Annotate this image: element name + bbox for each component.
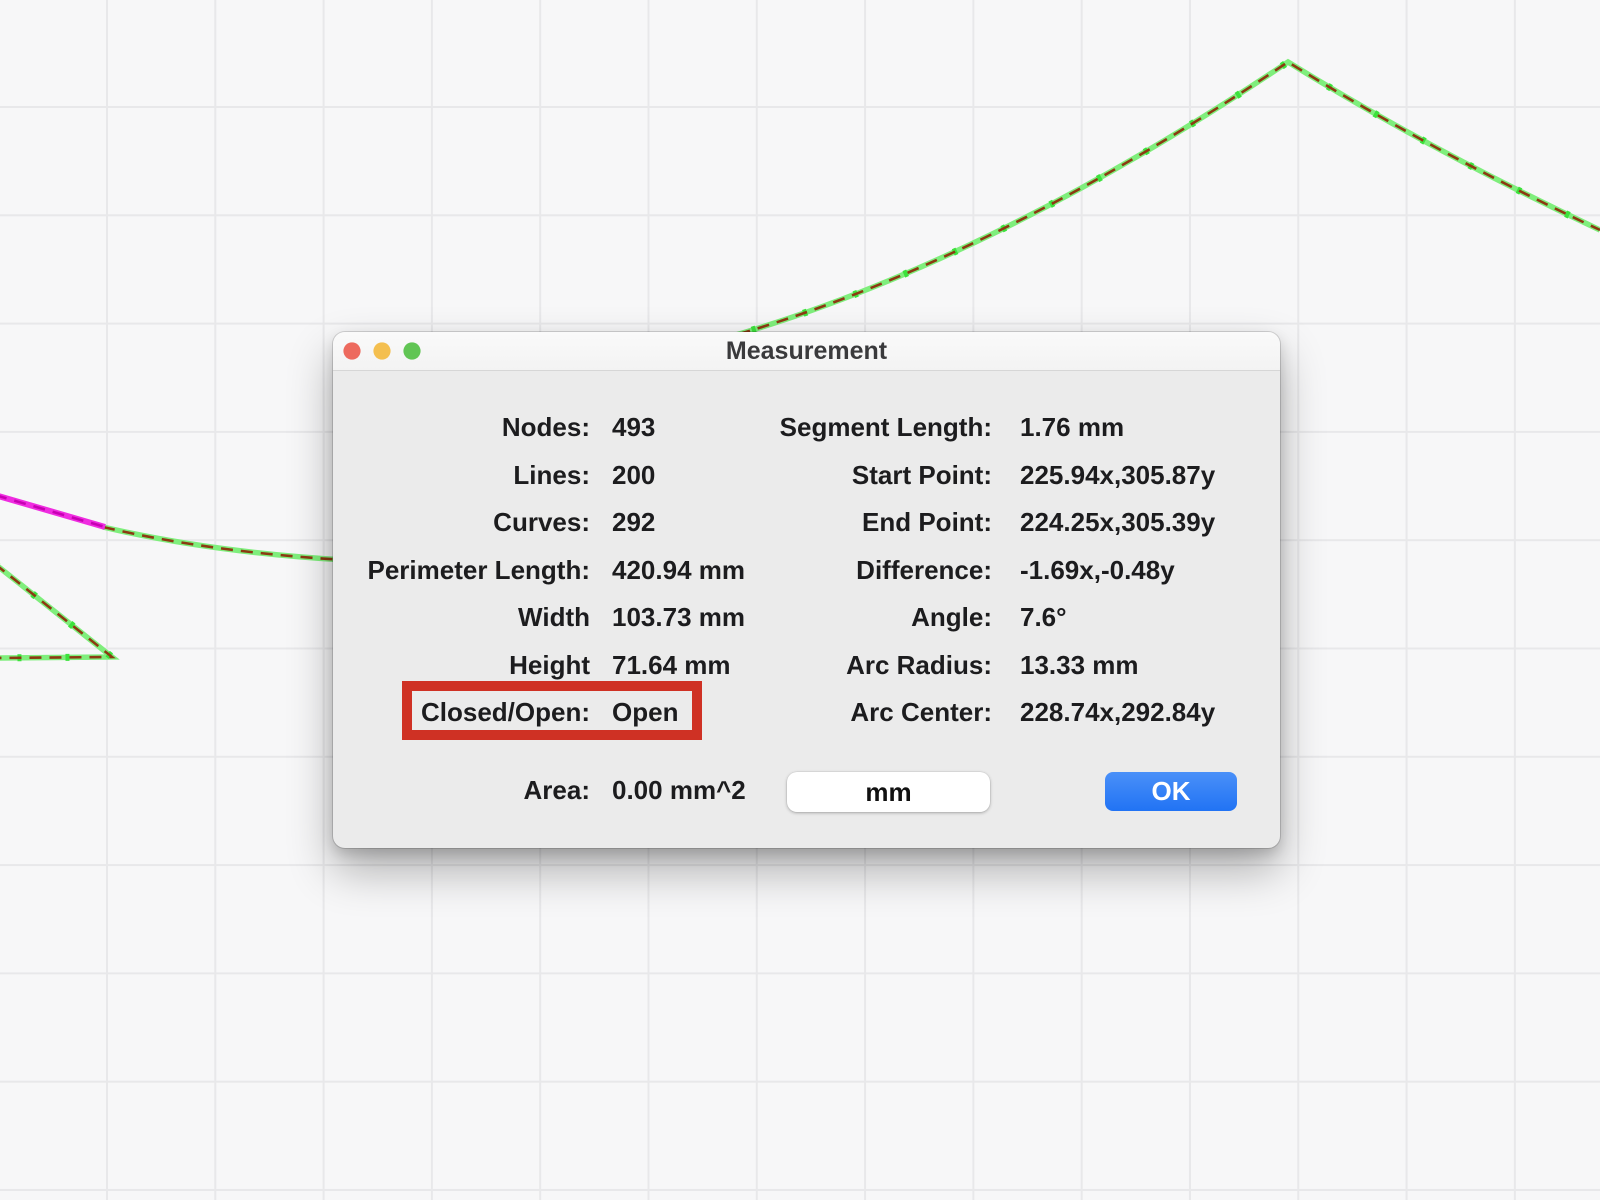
stat-label: End Point:: [333, 507, 992, 538]
path-left-segment: [103, 527, 345, 560]
stat-label: Arc Radius:: [333, 650, 992, 681]
stat-label: Difference:: [333, 555, 992, 586]
stat-value: 228.74x,292.84y: [1020, 697, 1215, 728]
stat-row-difference: Difference: -1.69x,-0.48y: [333, 546, 1280, 594]
stat-label: Start Point:: [333, 460, 992, 491]
path-outline: [103, 527, 345, 560]
path-wedge: [0, 564, 112, 658]
stat-row-segment-length: Segment Length: 1.76 mm: [333, 403, 1280, 451]
dialog-content: Nodes: 493 Lines: 200 Curves: 292 Perime…: [333, 370, 1280, 848]
stat-label: Area:: [333, 775, 590, 806]
measurement-dialog: Measurement Nodes: 493 Lines: 200 Curves…: [333, 332, 1280, 848]
path-selected-segment: [0, 495, 105, 527]
path-dashes: [700, 62, 1600, 345]
drawing-canvas: Measurement Nodes: 493 Lines: 200 Curves…: [0, 0, 1600, 1200]
stat-row-arc-center: Arc Center: 228.74x,292.84y: [333, 688, 1280, 736]
stat-row-start-point: Start Point: 225.94x,305.87y: [333, 451, 1280, 499]
stat-label: Arc Center:: [333, 697, 992, 728]
dialog-title: Measurement: [333, 332, 1280, 370]
stat-row-angle: Angle: 7.6°: [333, 593, 1280, 641]
stat-value: 7.6°: [1020, 602, 1067, 633]
stat-label: Angle:: [333, 602, 992, 633]
stat-row-end-point: End Point: 224.25x,305.39y: [333, 498, 1280, 546]
stat-row-arc-radius: Arc Radius: 13.33 mm: [333, 641, 1280, 689]
stat-value: 225.94x,305.87y: [1020, 460, 1215, 491]
stat-label: Segment Length:: [333, 412, 992, 443]
stat-value: 13.33 mm: [1020, 650, 1139, 681]
stat-value: -1.69x,-0.48y: [1020, 555, 1175, 586]
unit-dropdown-button[interactable]: mm: [787, 772, 990, 812]
stat-value: 0.00 mm^2: [612, 775, 746, 806]
dialog-titlebar[interactable]: Measurement: [333, 332, 1280, 371]
stat-value: 224.25x,305.39y: [1020, 507, 1215, 538]
ok-button[interactable]: OK: [1105, 772, 1237, 811]
stat-value: 1.76 mm: [1020, 412, 1124, 443]
path-open-curve: [700, 62, 1600, 345]
